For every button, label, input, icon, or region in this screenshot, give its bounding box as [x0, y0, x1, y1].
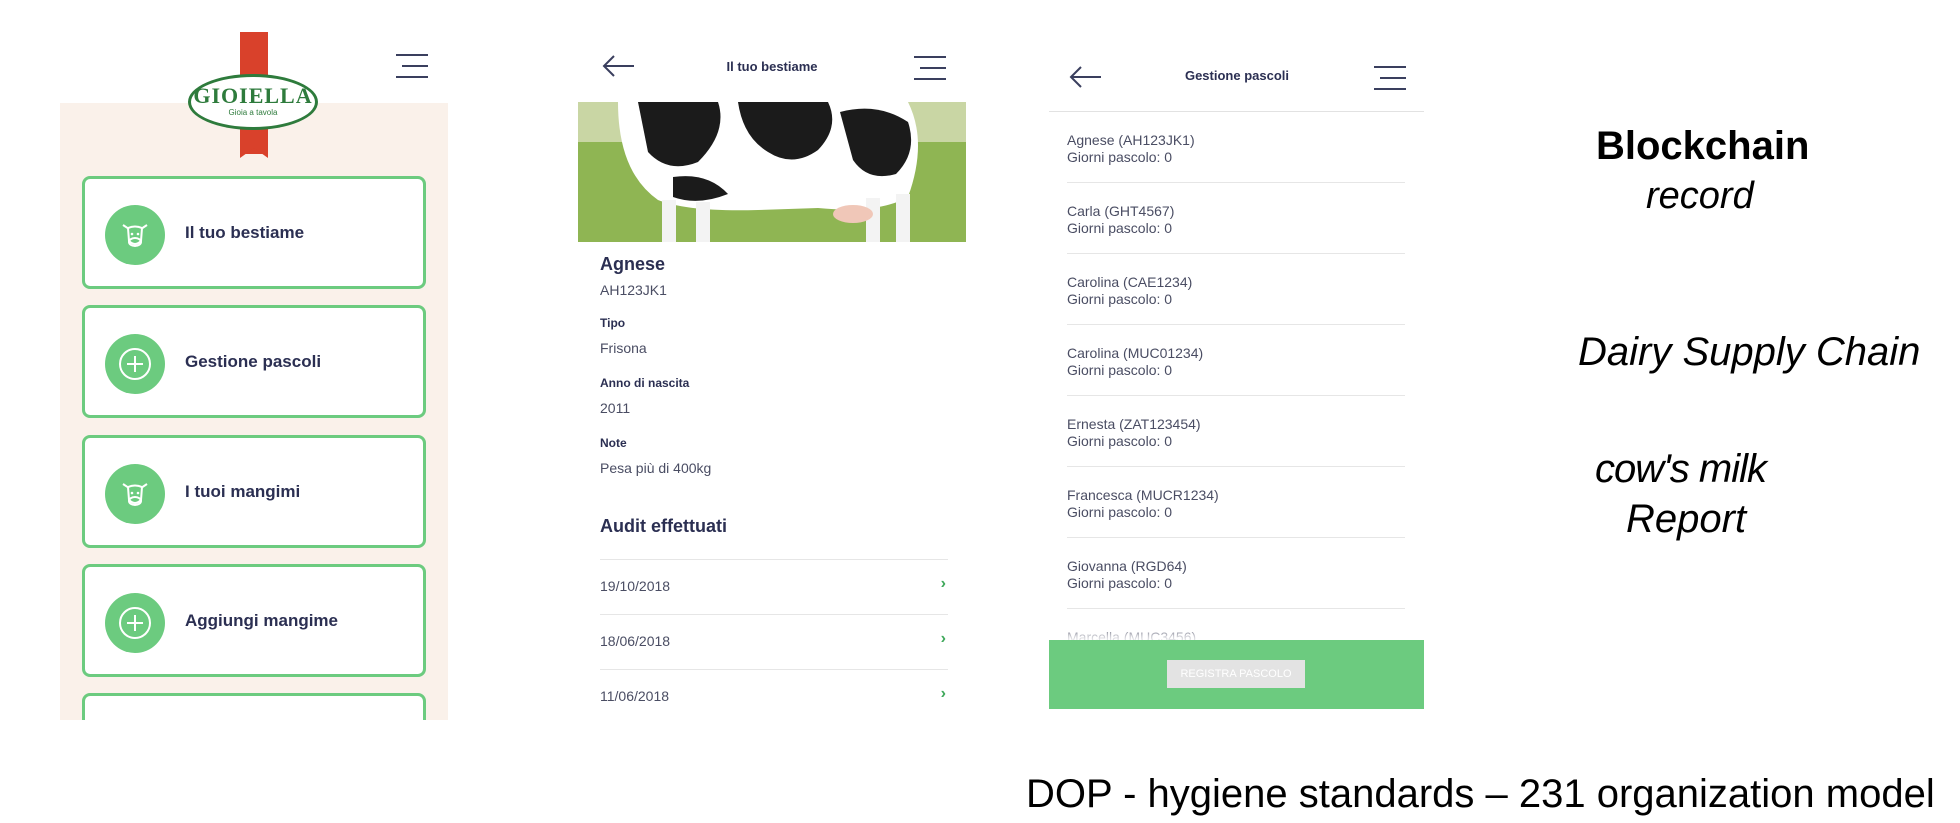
pasture-days: Giorni pascolo: 0 [1067, 504, 1173, 520]
cows-milk-text: cow's milk [1595, 447, 1767, 491]
audit-row[interactable]: 19/10/2018 › [600, 559, 948, 614]
cow-icon [105, 464, 165, 524]
menu-card-label: Aggiungi mangime [185, 611, 338, 630]
logo-ribbon-notch [240, 148, 268, 158]
list-item[interactable]: Carolina (MUC01234) Giorni pascolo: 0 [1067, 325, 1405, 396]
cow-name: Ernesta (ZAT123454) [1067, 416, 1201, 432]
list-item[interactable]: Carla (GHT4567) Giorni pascolo: 0 [1067, 183, 1405, 254]
menu-icon[interactable] [1374, 64, 1406, 92]
field-label-anno: Anno di nascita [600, 376, 690, 390]
report-text: Report [1626, 497, 1747, 541]
audit-section-title: Audit effettuati [600, 516, 727, 536]
record-text: record [1646, 175, 1754, 217]
menu-card-aggiungi-mangime[interactable]: Aggiungi mangime [82, 564, 426, 677]
list-item[interactable]: Ernesta (ZAT123454) Giorni pascolo: 0 [1067, 396, 1405, 467]
back-arrow-icon[interactable] [600, 54, 636, 78]
top-bar: Gestione pascoli [1049, 47, 1424, 112]
menu-card-label: Gestione pascoli [185, 352, 322, 371]
list-item[interactable]: Francesca (MUCR1234) Giorni pascolo: 0 [1067, 467, 1405, 538]
register-pasture-button[interactable]: REGISTRA PASCOLO [1167, 660, 1305, 688]
blockchain-heading: Blockchain [1596, 124, 1810, 168]
bottom-action-bar: REGISTRA PASCOLO [1049, 640, 1424, 709]
menu-card-partial[interactable] [82, 693, 426, 720]
audit-row[interactable]: 18/06/2018 › [600, 614, 948, 669]
audit-date: 19/10/2018 [600, 578, 671, 594]
cow-icon [105, 205, 165, 265]
field-value-tipo: Frisona [600, 340, 647, 356]
cow-name: Carolina (CAE1234) [1067, 274, 1193, 290]
cow-name: Agnese [600, 254, 666, 274]
pasture-days: Giorni pascolo: 0 [1067, 149, 1173, 165]
cow-name: Carolina (MUC01234) [1067, 345, 1204, 361]
home-screen: GIOIELLA Gioia a tavola Il tuo bestiame … [60, 30, 448, 720]
menu-card-label: Il tuo bestiame [185, 223, 305, 242]
field-label-note: Note [600, 436, 627, 450]
menu-card-pascoli[interactable]: Gestione pascoli [82, 305, 426, 418]
chevron-right-icon: › [940, 685, 946, 702]
plus-icon [105, 334, 165, 394]
field-value-note: Pesa più di 400kg [600, 460, 712, 476]
nav-title: Il tuo bestiame [726, 59, 818, 74]
list-item[interactable]: Giovanna (RGD64) Giorni pascolo: 0 [1067, 538, 1405, 609]
pasture-management-screen: Gestione pascoli Agnese (AH123JK1) Giorn… [1049, 47, 1424, 709]
audit-date: 11/06/2018 [600, 688, 670, 704]
pasture-days: Giorni pascolo: 0 [1067, 433, 1173, 449]
gioiella-logo: GIOIELLA Gioia a tavola [188, 74, 318, 130]
menu-card-bestiame[interactable]: Il tuo bestiame [82, 176, 426, 289]
nav-title: Gestione pascoli [1184, 68, 1290, 83]
list-item[interactable]: Agnese (AH123JK1) Giorni pascolo: 0 [1067, 112, 1405, 183]
menu-card-mangimi[interactable]: I tuoi mangimi [82, 435, 426, 548]
pasture-days: Giorni pascolo: 0 [1067, 291, 1173, 307]
pasture-days: Giorni pascolo: 0 [1067, 362, 1173, 378]
menu-icon[interactable] [914, 54, 946, 82]
list-item[interactable]: Carolina (CAE1234) Giorni pascolo: 0 [1067, 254, 1405, 325]
logo-subtitle: Gioia a tavola [228, 108, 278, 117]
pasture-days: Giorni pascolo: 0 [1067, 220, 1173, 236]
footer-caption: DOP - hygiene standards – 231 organizati… [1026, 772, 1935, 816]
audit-row[interactable]: 11/06/2018 › [600, 669, 948, 720]
audit-date: 18/06/2018 [600, 633, 671, 649]
cow-photo [578, 102, 966, 242]
cow-code: AH123JK1 [600, 282, 667, 298]
field-value-anno: 2011 [600, 400, 631, 416]
plus-icon [105, 593, 165, 653]
cow-name: Giovanna (RGD64) [1067, 558, 1187, 574]
pasture-days: Giorni pascolo: 0 [1067, 575, 1173, 591]
menu-icon[interactable] [396, 52, 428, 80]
livestock-detail-screen: Il tuo bestiame Agnese AH123JK1 Tipo Fri… [578, 38, 966, 720]
logo-title: GIOIELLA [193, 83, 313, 108]
field-label-tipo: Tipo [600, 316, 626, 330]
back-arrow-icon[interactable] [1067, 65, 1103, 89]
menu-card-label: I tuoi mangimi [185, 482, 301, 501]
chevron-right-icon: › [940, 575, 946, 592]
cow-name: Carla (GHT4567) [1067, 203, 1175, 219]
chevron-right-icon: › [940, 630, 946, 647]
dairy-supply-chain-text: Dairy Supply Chain [1578, 330, 1921, 374]
cow-name: Francesca (MUCR1234) [1067, 487, 1219, 503]
cow-name: Agnese (AH123JK1) [1067, 132, 1195, 148]
